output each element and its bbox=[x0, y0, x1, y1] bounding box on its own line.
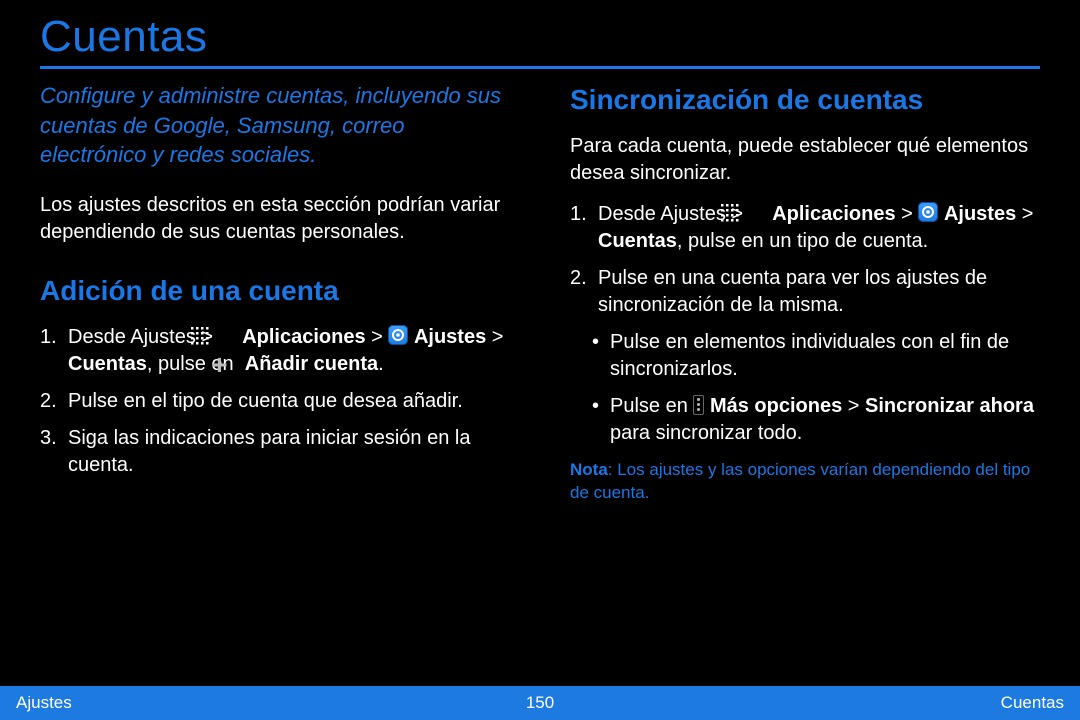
page-title: Cuentas bbox=[40, 12, 1040, 62]
apps-grid-icon bbox=[219, 326, 237, 344]
step-number: 2. bbox=[570, 265, 598, 292]
footer-section: Ajustes bbox=[16, 693, 72, 713]
page-number: 150 bbox=[526, 693, 554, 713]
sync-accounts-heading: Sincronización de cuentas bbox=[570, 81, 1040, 119]
step-number: 2. bbox=[40, 388, 68, 415]
overflow-menu-icon bbox=[693, 395, 704, 415]
settings-gear-icon bbox=[918, 202, 938, 222]
left-column: Configure y administre cuentas, incluyen… bbox=[40, 81, 510, 505]
footer-topic: Cuentas bbox=[1001, 693, 1064, 713]
caveat-text: Los ajustes descritos en esta sección po… bbox=[40, 192, 510, 246]
settings-gear-icon bbox=[388, 325, 408, 345]
sync-bullet-1: Pulse en elementos individuales con el f… bbox=[570, 329, 1040, 383]
note-label: Nota bbox=[570, 460, 608, 479]
sync-step-2: 2.Pulse en una cuenta para ver los ajust… bbox=[570, 265, 1040, 319]
intro-text: Configure y administre cuentas, incluyen… bbox=[40, 81, 510, 170]
add-step-3: 3.Siga las indicaciones para iniciar ses… bbox=[40, 425, 510, 479]
page-footer: Ajustes 150 Cuentas bbox=[0, 686, 1080, 720]
note-block: Nota: Los ajustes y las opciones varían … bbox=[570, 459, 1040, 505]
step-number: 1. bbox=[570, 201, 598, 228]
add-account-heading: Adición de una cuenta bbox=[40, 272, 510, 310]
right-column: Sincronización de cuentas Para cada cuen… bbox=[570, 81, 1040, 505]
apps-grid-icon bbox=[749, 203, 767, 221]
two-column-layout: Configure y administre cuentas, incluyen… bbox=[40, 81, 1040, 505]
sync-description: Para cada cuenta, puede establecer qué e… bbox=[570, 133, 1040, 187]
add-step-1: 1.Desde Ajustes > Aplicaciones > Ajustes… bbox=[40, 324, 510, 378]
sync-step-1: 1.Desde Ajustes > Aplicaciones > Ajustes… bbox=[570, 201, 1040, 255]
step-number: 3. bbox=[40, 425, 68, 452]
sync-bullet-2: Pulse en Más opciones > Sincronizar ahor… bbox=[570, 393, 1040, 447]
step-number: 1. bbox=[40, 324, 68, 351]
title-rule bbox=[40, 66, 1040, 69]
note-text: : Los ajustes y las opciones varían depe… bbox=[570, 460, 1030, 502]
manual-page: Cuentas Configure y administre cuentas, … bbox=[0, 0, 1080, 720]
add-step-2: 2.Pulse en el tipo de cuenta que desea a… bbox=[40, 388, 510, 415]
